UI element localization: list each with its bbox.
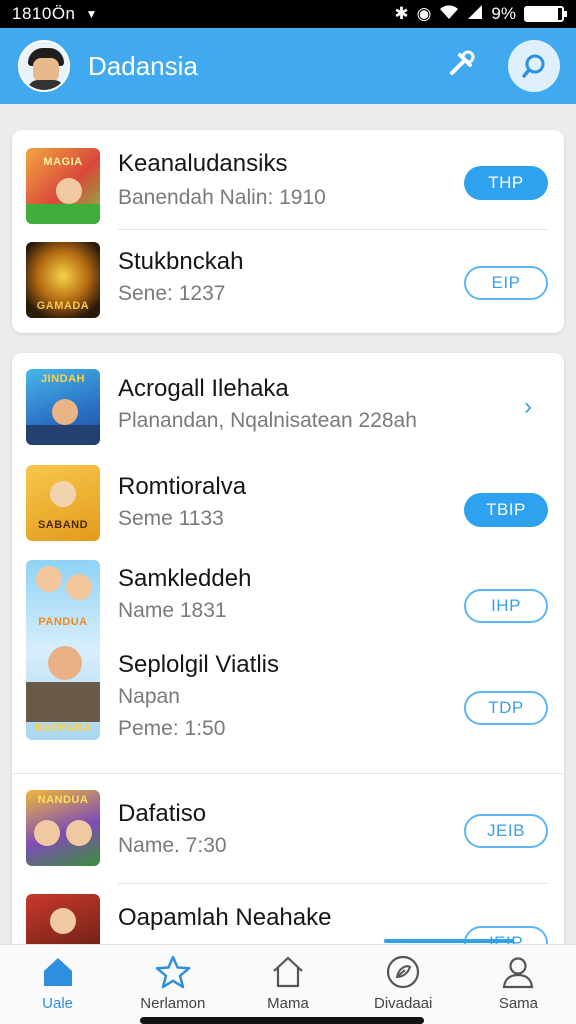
nav-label: Mama	[267, 995, 309, 1012]
app-thumbnail: SABAND	[26, 465, 100, 541]
star-icon	[155, 955, 191, 989]
featured-card: MAGIA Keanaludansiks Banendah Nalin: 191…	[12, 130, 564, 333]
action-button[interactable]: TDP	[464, 691, 548, 725]
list-item[interactable]: GAMADA Stukbnckah Sene: 1237 EIP	[12, 230, 564, 333]
search-icon	[522, 54, 545, 78]
item-title: Dafatiso	[118, 800, 207, 827]
wifi-icon	[439, 4, 459, 25]
list-item[interactable]: Samkleddeh Name 1831 IHP	[12, 549, 564, 635]
home-indicator[interactable]	[140, 1017, 424, 1024]
chevron-right-icon[interactable]: ›	[524, 393, 532, 421]
item-subtitle: Napan	[118, 685, 180, 708]
item-title: Seplolgil Viatlis	[118, 651, 279, 678]
home-icon	[43, 958, 72, 986]
search-button[interactable]	[508, 40, 560, 92]
avatar[interactable]	[18, 40, 70, 92]
item-title: Acrogall Ilehaka	[118, 375, 289, 402]
alarm-icon: ◉	[416, 4, 432, 23]
bluetooth-icon: ✱	[394, 4, 409, 23]
house-outline-icon	[273, 956, 303, 988]
item-subtitle: Planandan, Nqalnisatean 228ah	[118, 409, 417, 432]
app-thumbnail: MAGIA	[26, 148, 100, 224]
app-thumbnail: NANDUA	[26, 790, 100, 866]
person-icon	[503, 957, 534, 989]
app-thumbnail: JINDAH	[26, 369, 100, 445]
battery-icon	[524, 6, 567, 22]
nav-item-favorites[interactable]: Nerlamon	[115, 945, 230, 1024]
action-button[interactable]: EIP	[464, 266, 548, 300]
item-subtitle: Name. 7:30	[118, 834, 227, 857]
nav-label: Nerlamon	[140, 995, 206, 1012]
nav-item-discover[interactable]: Divadaai	[346, 945, 461, 1024]
action-button[interactable]: THP	[464, 166, 548, 200]
nav-item-profile[interactable]: Sama	[461, 945, 576, 1024]
nav-item-home[interactable]: Uale	[0, 945, 115, 1024]
list-item[interactable]: Seplolgil Viatlis Napan Peme: 1:50 TDP	[12, 635, 564, 771]
item-subtitle: Sene: 1237	[118, 282, 226, 305]
signal-icon	[467, 4, 483, 25]
item-title: Keanaludansiks	[118, 150, 288, 177]
apps-list-card: JINDAH Acrogall Ilehaka Planandan, Nqaln…	[12, 353, 564, 953]
leaf-circle-icon	[387, 955, 420, 989]
action-button[interactable]: JEIB	[464, 814, 548, 848]
nav-label: Divadaai	[374, 995, 433, 1012]
nav-label: Uale	[42, 995, 74, 1012]
list-item[interactable]: SABAND Romtioralva Seme 1133 TBIP	[12, 453, 564, 549]
item-title: Stukbnckah	[118, 248, 244, 275]
app-title: Dadansia	[88, 50, 198, 81]
list-item[interactable]: MAGIA Keanaludansiks Banendah Nalin: 191…	[12, 130, 564, 229]
tools-icon[interactable]	[442, 47, 482, 86]
battery-percent: 9%	[491, 4, 516, 23]
status-bar: 1810Ön ▼ ✱ ◉ 9%	[0, 0, 576, 28]
nav-label: Sama	[498, 995, 538, 1012]
status-time: 1810Ön	[12, 4, 76, 23]
list-item[interactable]: JINDAH Acrogall Ilehaka Planandan, Nqaln…	[12, 353, 564, 453]
item-subtitle: Seme 1133	[118, 507, 224, 530]
action-button[interactable]: IHP	[464, 589, 548, 623]
item-title: Oapamlah Neahake	[118, 904, 332, 931]
nav-item-main[interactable]: Mama	[230, 945, 345, 1024]
item-title: Romtioralva	[118, 473, 247, 500]
item-subtitle: Name 1831	[118, 599, 227, 622]
bottom-nav: Uale Nerlamon Mama Divadaai Sama	[0, 944, 576, 1024]
action-button[interactable]: TBIP	[464, 493, 548, 527]
app-bar: Dadansia	[0, 28, 576, 104]
status-dropdown-icon: ▼	[85, 7, 98, 21]
item-subtitle: Banendah Nalin: 1910	[118, 186, 326, 209]
app-thumbnail: GAMADA	[26, 242, 100, 318]
scroll-indicator	[384, 939, 514, 943]
list-item[interactable]: NANDUA Dafatiso Name. 7:30 JEIB	[12, 774, 564, 882]
item-title: Samkleddeh	[118, 565, 252, 592]
status-icons: ✱ ◉ 9%	[394, 4, 567, 25]
item-subtitle-secondary: Peme: 1:50	[118, 717, 226, 740]
